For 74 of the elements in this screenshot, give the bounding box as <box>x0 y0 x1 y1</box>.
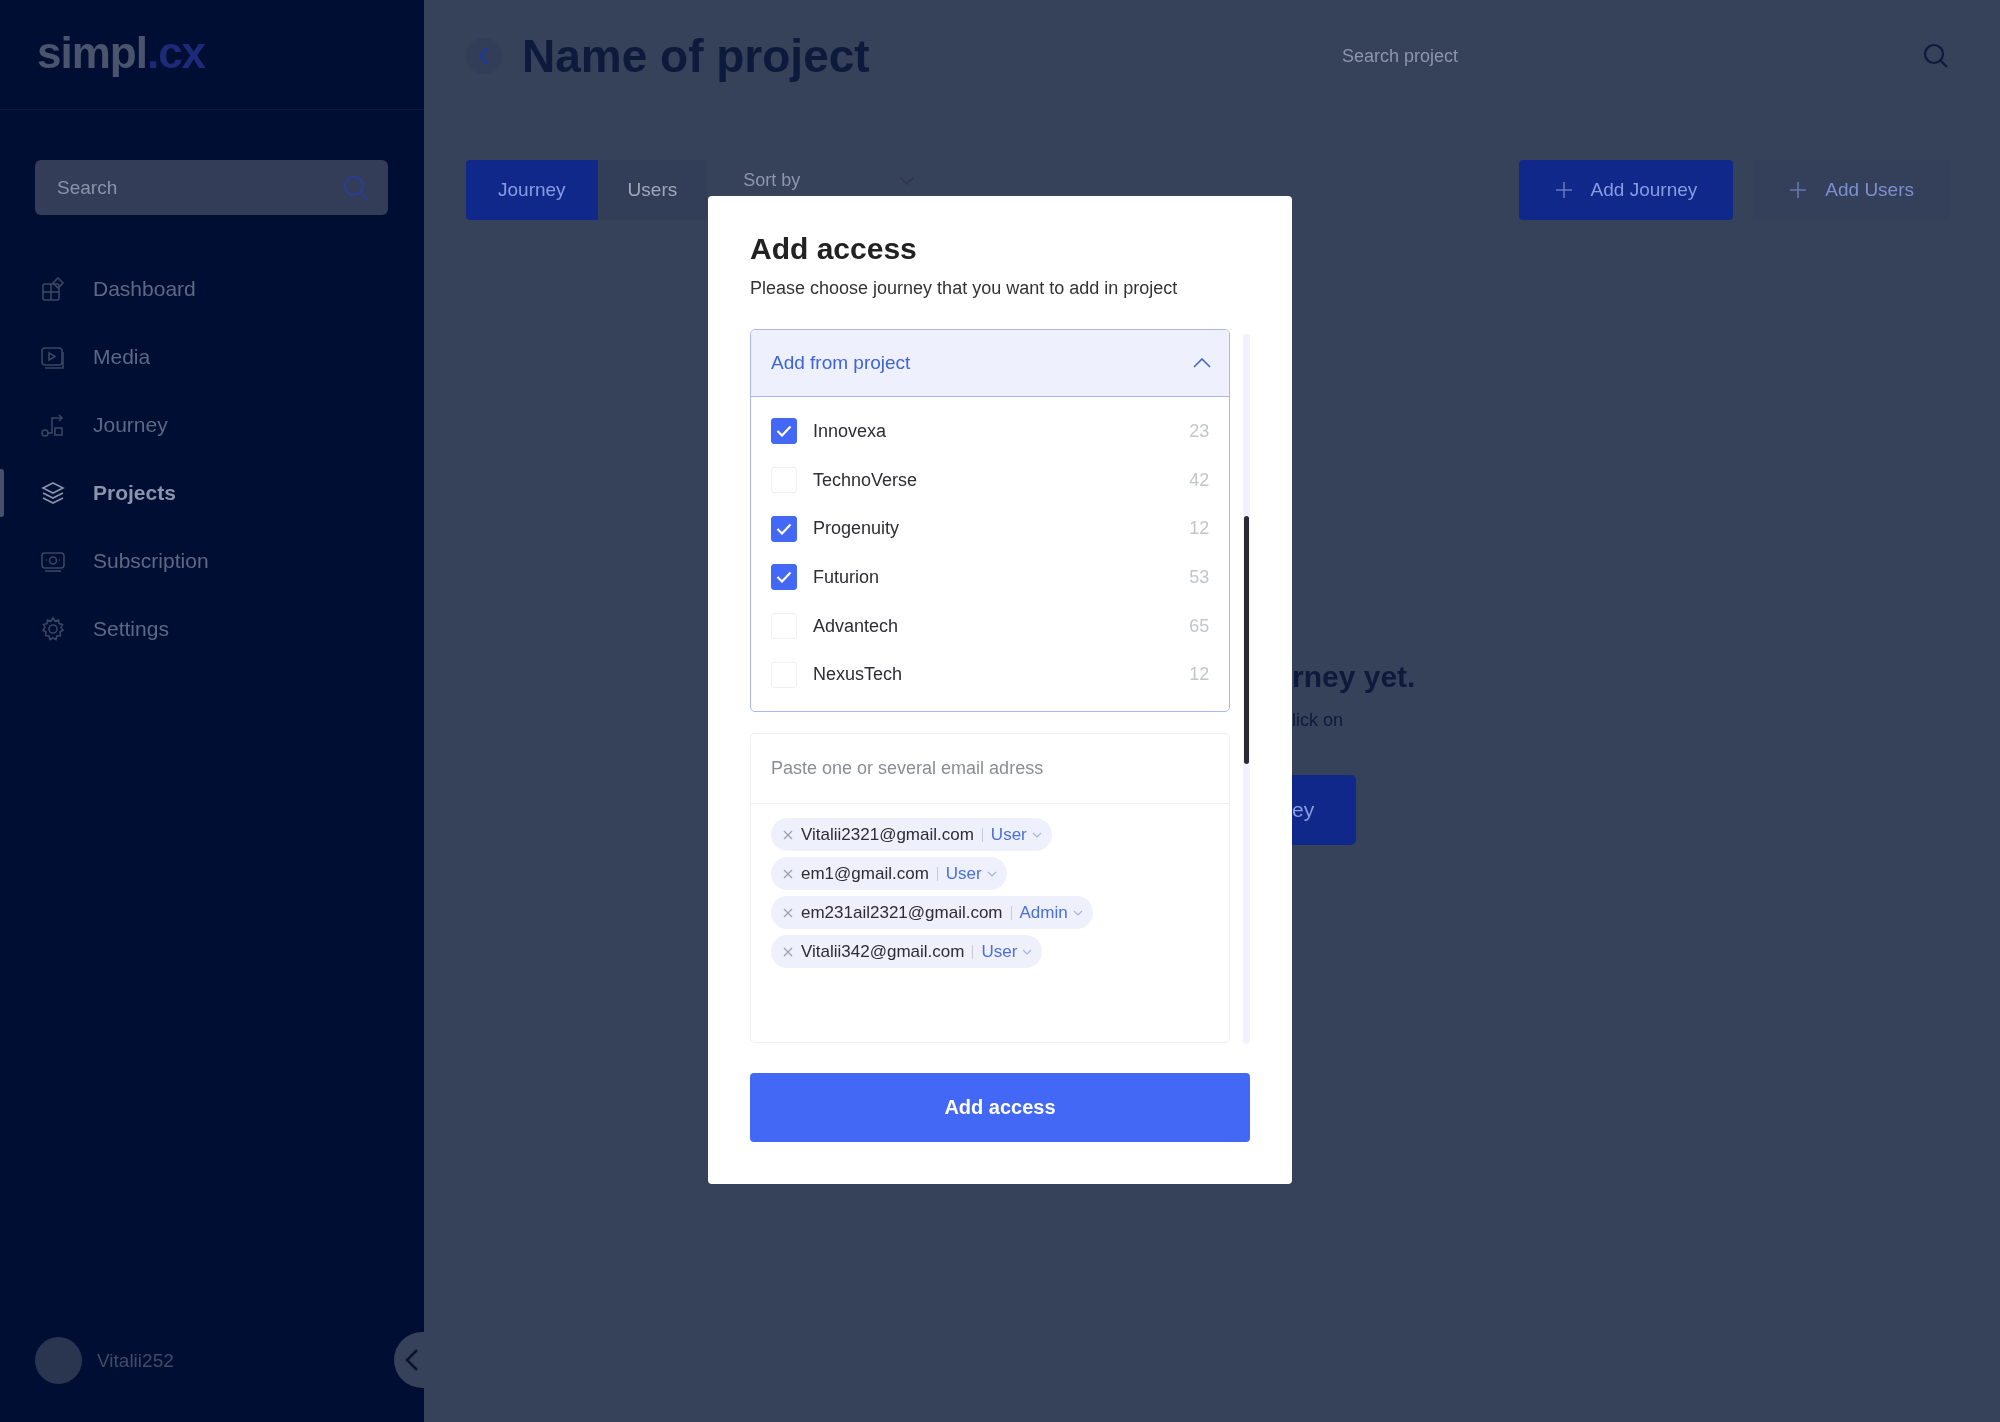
check-icon <box>776 522 792 535</box>
plus-icon <box>1789 181 1808 199</box>
email-address: Vitalii342@gmail.com <box>801 941 965 962</box>
role-select[interactable]: User <box>990 824 1042 845</box>
project-count: 12 <box>1189 664 1210 686</box>
close-icon <box>783 907 793 918</box>
checkbox[interactable] <box>771 418 797 445</box>
search-field[interactable]: Search <box>35 160 388 215</box>
role-select[interactable]: Admin <box>1019 902 1083 923</box>
search-input[interactable]: Search project <box>1340 44 1922 68</box>
chevron-down-icon <box>1022 948 1033 955</box>
close-icon <box>783 868 793 879</box>
search-icon <box>342 173 370 202</box>
checkbox[interactable] <box>771 515 797 542</box>
project-name: Futurion <box>813 566 880 588</box>
close-icon <box>783 946 793 957</box>
settings-icon <box>40 616 66 642</box>
nav-item[interactable]: Projects <box>0 459 424 527</box>
email-address: Vitalii2321@gmail.com <box>801 824 974 845</box>
scrollbar[interactable] <box>1243 334 1250 1044</box>
nav-item[interactable]: Media <box>0 323 424 391</box>
remove-button[interactable] <box>783 946 793 957</box>
project-name: TechnoVerse <box>813 469 918 491</box>
remove-button[interactable] <box>783 907 793 918</box>
modal-subtitle: Please choose journey that you want to add in project <box>750 278 1179 299</box>
project-count: 23 <box>1189 420 1210 442</box>
email-address: em231ail2321@gmail.com <box>801 902 1003 923</box>
add-access-button[interactable]: Add access <box>750 1073 1250 1142</box>
user-name: Vitalii252 <box>97 1349 174 1372</box>
chevron-left-icon <box>478 46 490 66</box>
add-button[interactable]: Add Journey <box>1518 160 1734 220</box>
play-screen-icon <box>40 344 66 370</box>
project-name: NexusTech <box>813 664 903 686</box>
chevron-down-icon <box>986 870 997 877</box>
plus-icon <box>1554 181 1573 199</box>
close-icon <box>783 829 793 840</box>
check-icon <box>776 425 792 438</box>
remove-button[interactable] <box>783 829 793 840</box>
scrollbar-thumb[interactable] <box>1244 516 1250 764</box>
project-name: Advantech <box>813 615 899 637</box>
project-count: 12 <box>1189 518 1210 540</box>
avatar[interactable] <box>35 1337 82 1384</box>
project-name: Innovexa <box>813 420 887 442</box>
nav-item[interactable]: Dashboard <box>0 255 424 323</box>
search-input[interactable]: Search <box>55 175 342 200</box>
path-icon <box>40 412 66 438</box>
role-select[interactable]: User <box>981 941 1033 962</box>
layers-icon <box>40 480 66 506</box>
nav-item[interactable]: Subscription <box>0 527 424 595</box>
nav-item[interactable]: Journey <box>0 391 424 459</box>
checkbox[interactable] <box>771 564 797 591</box>
grid-icon <box>40 276 66 302</box>
tab[interactable]: Users <box>597 160 708 220</box>
email-address: em1@gmail.com <box>801 863 929 884</box>
sort-label: Sort by <box>743 170 801 191</box>
chevron-left-icon <box>405 1348 419 1372</box>
email-input[interactable]: Paste one or several email adress <box>751 734 1230 805</box>
partial-button[interactable]: ey <box>1292 775 1356 845</box>
chevron-up-icon <box>1193 358 1212 368</box>
chevron-down-icon <box>1031 831 1042 838</box>
project-count: 65 <box>1189 615 1210 637</box>
project-count: 42 <box>1189 469 1210 491</box>
nav-item[interactable]: Settings <box>0 595 424 663</box>
tab[interactable]: Journey <box>466 160 598 220</box>
project-name: Progenuity <box>813 518 900 540</box>
role-select[interactable]: User <box>945 863 997 884</box>
dropdown-header[interactable]: Add from project <box>751 330 1230 397</box>
chevron-down-icon <box>1072 909 1083 916</box>
search-icon <box>1922 42 1950 70</box>
modal-title: Add access <box>750 232 918 266</box>
project-count: 53 <box>1189 566 1210 588</box>
check-icon <box>776 571 792 584</box>
remove-button[interactable] <box>783 868 793 879</box>
active-indicator <box>0 469 4 517</box>
